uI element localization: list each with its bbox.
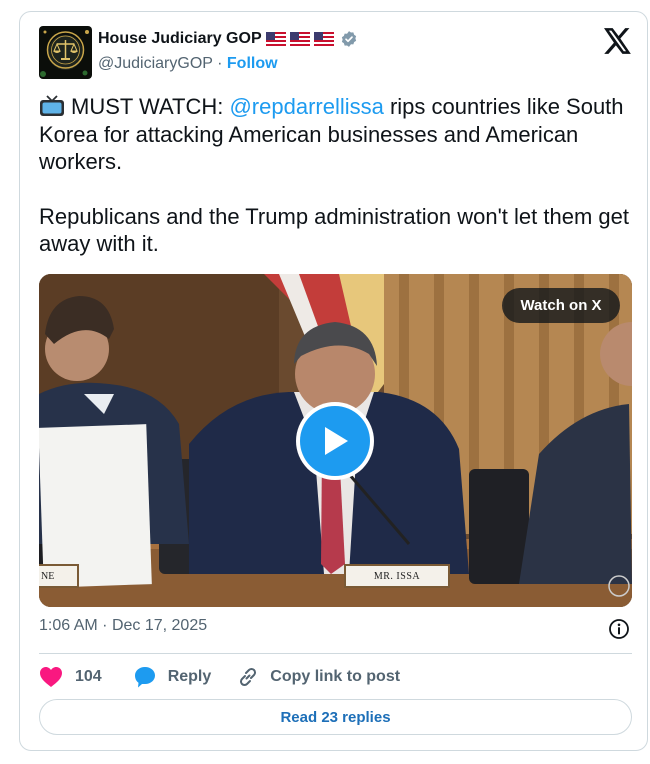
tv-icon bbox=[40, 95, 64, 116]
us-flag-icon bbox=[289, 32, 310, 46]
copy-link-button[interactable]: Copy link to post bbox=[237, 666, 400, 688]
tweet-text: MUST WATCH: @repdarrellissa rips countri… bbox=[39, 93, 639, 258]
post-time: 1:06 AM bbox=[39, 617, 98, 634]
author-handle-row: @JudiciaryGOP · Follow bbox=[98, 55, 278, 73]
mention-link[interactable]: @repdarrellissa bbox=[229, 94, 383, 119]
author-handle[interactable]: @JudiciaryGOP bbox=[98, 55, 213, 72]
handle-separator: · bbox=[217, 55, 223, 72]
video-player[interactable]: NE MR. ISSA Watch on X bbox=[39, 274, 632, 607]
play-icon bbox=[325, 427, 348, 455]
author-display-name[interactable]: House Judiciary GOP bbox=[98, 30, 262, 48]
copy-link-label: Copy link to post bbox=[270, 668, 401, 685]
author-name-row: House Judiciary GOP bbox=[98, 30, 358, 48]
reply-button[interactable]: Reply bbox=[134, 666, 212, 688]
tweet-paragraph-2: Republicans and the Trump administration… bbox=[39, 203, 629, 257]
info-icon[interactable] bbox=[608, 618, 630, 640]
follow-button[interactable]: Follow bbox=[227, 55, 278, 72]
reply-label: Reply bbox=[167, 668, 212, 685]
tweet-paragraph-1: MUST WATCH: @repdarrellissa rips countri… bbox=[39, 93, 639, 176]
heart-icon bbox=[40, 667, 62, 687]
tweet-text-prefix: MUST WATCH: bbox=[71, 94, 230, 119]
nameplate-issa: MR. ISSA bbox=[344, 564, 450, 588]
us-flag-icon bbox=[265, 32, 286, 46]
action-bar: 104 Reply Copy link to post bbox=[39, 664, 400, 690]
read-replies-button[interactable]: Read 23 replies bbox=[39, 699, 632, 735]
x-logo-icon[interactable] bbox=[604, 28, 632, 54]
watch-on-x-button[interactable]: Watch on X bbox=[502, 288, 620, 323]
tweet-card: House Judiciary GOP @JudiciaryGOP · Foll… bbox=[19, 11, 648, 751]
nameplate-left: NE bbox=[39, 564, 79, 588]
divider bbox=[39, 653, 632, 654]
like-button[interactable]: 104 bbox=[39, 666, 102, 688]
play-button[interactable] bbox=[296, 402, 374, 480]
reply-bubble-icon bbox=[134, 667, 155, 688]
avatar[interactable] bbox=[39, 26, 92, 79]
like-count: 104 bbox=[75, 668, 102, 685]
us-flag-icon bbox=[313, 32, 334, 46]
post-date: Dec 17, 2025 bbox=[111, 617, 208, 634]
timestamp-separator: · bbox=[102, 617, 108, 634]
verified-badge-icon bbox=[341, 31, 356, 47]
link-icon bbox=[240, 667, 257, 687]
timestamp[interactable]: 1:06 AM · Dec 17, 2025 bbox=[39, 617, 207, 635]
